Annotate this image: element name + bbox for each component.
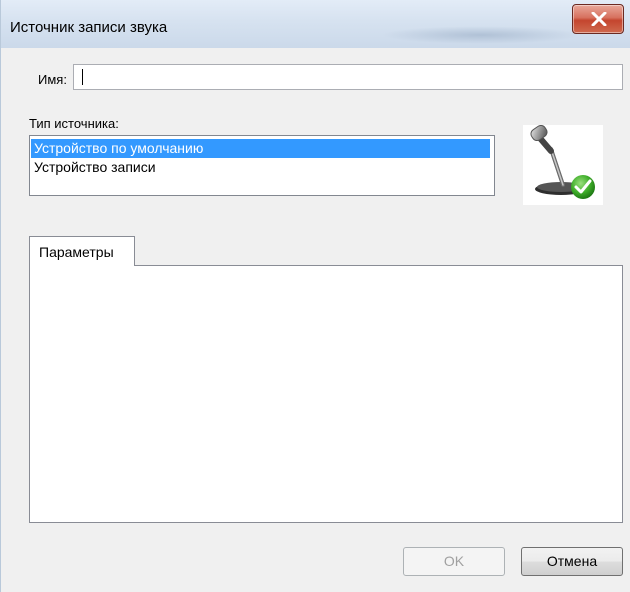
text-caret bbox=[82, 69, 83, 85]
list-item-default-device[interactable]: Устройство по умолчанию bbox=[31, 139, 490, 158]
recording-source-dialog: Источник записи звука Имя: Тип источника… bbox=[0, 0, 630, 592]
name-label: Имя: bbox=[38, 72, 67, 87]
source-image bbox=[523, 124, 603, 205]
title-bar[interactable]: Источник записи звука bbox=[1, 0, 630, 48]
title-bar-glow bbox=[381, 26, 581, 44]
microphone-check-icon bbox=[530, 124, 595, 199]
tab-parameters-label: Параметры bbox=[39, 244, 114, 260]
name-input[interactable] bbox=[73, 64, 623, 90]
close-button[interactable] bbox=[572, 4, 624, 34]
source-type-list[interactable]: Устройство по умолчанию Устройство запис… bbox=[29, 135, 495, 196]
list-item-recording-device[interactable]: Устройство записи bbox=[31, 158, 490, 177]
ok-button[interactable]: OK bbox=[403, 547, 505, 576]
close-icon bbox=[591, 12, 607, 26]
parameters-panel bbox=[29, 265, 623, 523]
window-title: Источник записи звука bbox=[10, 19, 168, 36]
tab-parameters[interactable]: Параметры bbox=[29, 236, 135, 266]
source-type-label: Тип источника: bbox=[29, 116, 119, 131]
cancel-button[interactable]: Отмена bbox=[521, 547, 623, 576]
